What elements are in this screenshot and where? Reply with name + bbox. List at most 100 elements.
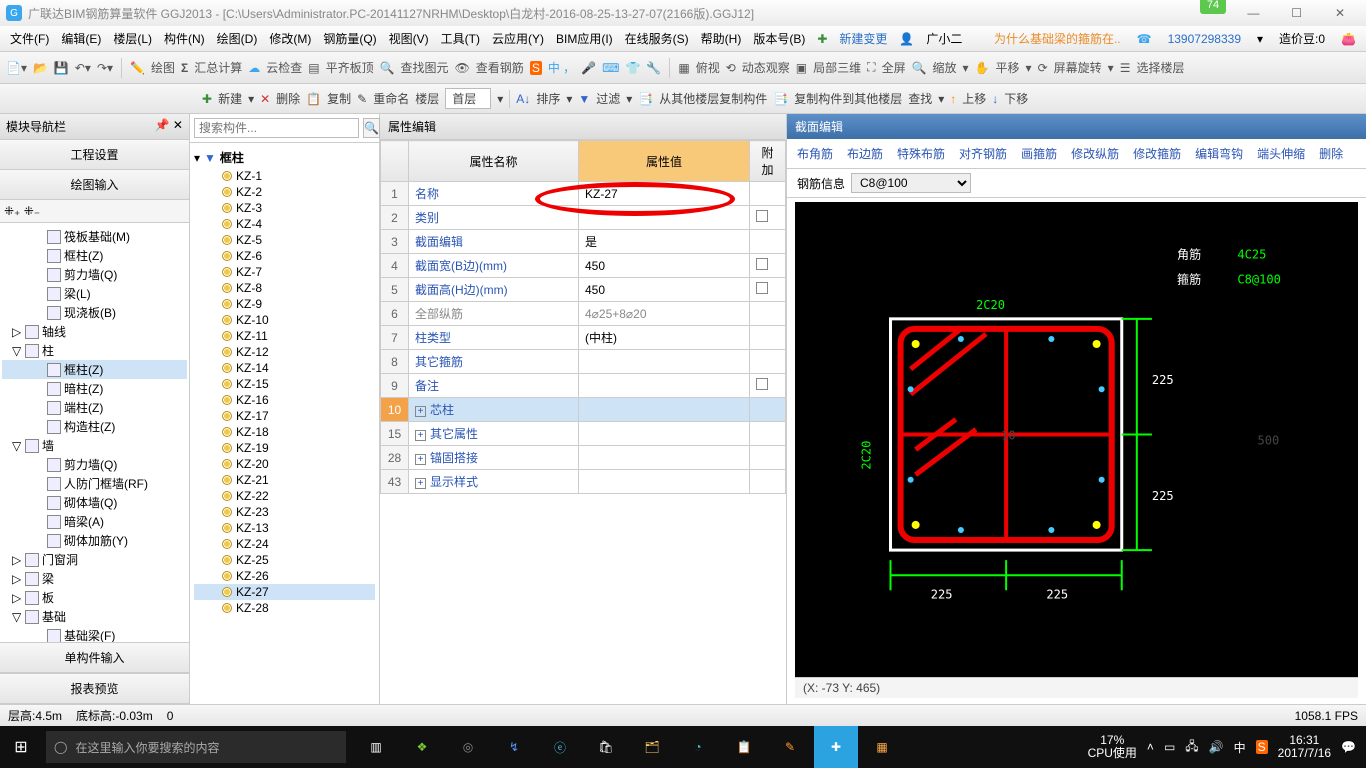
tip-link[interactable]: 为什么基础梁的箍筋在..	[990, 28, 1125, 49]
start-button[interactable]: ⊞	[0, 726, 42, 768]
new-component-button[interactable]: 新建	[218, 90, 242, 107]
prop-row[interactable]: 15+其它属性	[381, 422, 786, 446]
kz-root[interactable]: 框柱	[220, 149, 244, 166]
prop-row[interactable]: 1名称KZ-27	[381, 182, 786, 206]
nav-node[interactable]: 砌体加筋(Y)	[2, 531, 187, 550]
kz-item[interactable]: KZ-16	[194, 392, 375, 408]
kz-item[interactable]: KZ-15	[194, 376, 375, 392]
kz-item[interactable]: KZ-19	[194, 440, 375, 456]
keyboard-icon[interactable]: ⌨	[602, 61, 619, 75]
moveup-button[interactable]: 上移	[962, 90, 986, 107]
kz-item[interactable]: KZ-7	[194, 264, 375, 280]
rebar-info-select[interactable]: C8@100	[851, 173, 971, 193]
kz-item[interactable]: KZ-2	[194, 184, 375, 200]
section-tab[interactable]: 画箍筋	[1021, 145, 1057, 162]
kz-item[interactable]: KZ-18	[194, 424, 375, 440]
section-tab[interactable]: 对齐钢筋	[959, 145, 1007, 162]
section-canvas[interactable]: 225 225 225 225 2C20 2C20 角筋 4C25 箍筋 C8@…	[795, 202, 1358, 677]
kz-item[interactable]: KZ-8	[194, 280, 375, 296]
nav-tab-draw[interactable]: 绘图输入	[0, 170, 189, 200]
menu-edit[interactable]: 编辑(E)	[57, 28, 105, 49]
kz-item[interactable]: KZ-26	[194, 568, 375, 584]
sort-button[interactable]: 排序	[536, 90, 560, 107]
minimize-button[interactable]: —	[1233, 6, 1273, 20]
kz-item[interactable]: KZ-22	[194, 488, 375, 504]
search-go-button[interactable]: 🔍	[363, 118, 380, 138]
menu-bim[interactable]: BIM应用(I)	[552, 28, 617, 49]
orbit-button[interactable]: 动态观察	[742, 59, 790, 76]
select-floor-button[interactable]: 选择楼层	[1136, 59, 1184, 76]
menu-online[interactable]: 在线服务(S)	[621, 28, 693, 49]
kz-item[interactable]: KZ-28	[194, 600, 375, 616]
sum-button[interactable]: 汇总计算	[194, 59, 242, 76]
tray-net-icon[interactable]: 🖧	[1185, 737, 1198, 758]
filter-button[interactable]: 过滤	[596, 90, 620, 107]
new-icon[interactable]: 📄▾	[6, 61, 27, 75]
copyto-button[interactable]: 复制构件到其他楼层	[794, 90, 902, 107]
rotate-button[interactable]: 屏幕旋转	[1054, 59, 1102, 76]
kz-item[interactable]: KZ-9	[194, 296, 375, 312]
cpu-meter[interactable]: 17%CPU使用	[1088, 734, 1137, 760]
nav-node[interactable]: 暗柱(Z)	[2, 379, 187, 398]
menu-floor[interactable]: 楼层(L)	[109, 28, 156, 49]
delete-button[interactable]: 删除	[276, 90, 300, 107]
tray-vol-icon[interactable]: 🔊	[1209, 740, 1224, 754]
tb-app5[interactable]: 📋	[722, 726, 766, 768]
movedown-button[interactable]: 下移	[1004, 90, 1028, 107]
prop-row[interactable]: 8其它箍筋	[381, 350, 786, 374]
section-tab[interactable]: 布边筋	[847, 145, 883, 162]
tray-sogou-icon[interactable]: S	[1256, 740, 1268, 754]
nav-node[interactable]: 剪力墙(Q)	[2, 265, 187, 284]
tb-store[interactable]: 🛍	[584, 726, 628, 768]
fullscreen-button[interactable]: 全屏	[882, 59, 906, 76]
section-tab[interactable]: 布角筋	[797, 145, 833, 162]
phone-label[interactable]: 13907298339	[1164, 30, 1245, 48]
prop-row[interactable]: 7柱类型(中柱)	[381, 326, 786, 350]
draw-button[interactable]: 绘图	[151, 59, 175, 76]
menu-rebar[interactable]: 钢筋量(Q)	[319, 28, 380, 49]
kz-item[interactable]: KZ-12	[194, 344, 375, 360]
search-button[interactable]: 查找	[908, 90, 932, 107]
tray-gpu-icon[interactable]: ▭	[1164, 740, 1175, 754]
taskview-icon[interactable]: ▥	[354, 726, 398, 768]
prop-row[interactable]: 10+芯柱	[381, 398, 786, 422]
menu-file[interactable]: 文件(F)	[6, 28, 53, 49]
new-change-button[interactable]: 新建变更	[835, 28, 891, 49]
section-tab[interactable]: 端头伸缩	[1257, 145, 1305, 162]
tb-app3[interactable]: ↯	[492, 726, 536, 768]
nav-node[interactable]: ▷板	[2, 588, 187, 607]
taskbar-search[interactable]: ◯在这里输入你要搜索的内容	[46, 731, 346, 763]
nav-node[interactable]: 梁(L)	[2, 284, 187, 303]
tb-app7[interactable]: ✚	[814, 726, 858, 768]
nav-node[interactable]: 构造柱(Z)	[2, 417, 187, 436]
kz-item[interactable]: KZ-5	[194, 232, 375, 248]
nav-node[interactable]: ▽基础	[2, 607, 187, 626]
kz-item[interactable]: KZ-23	[194, 504, 375, 520]
prop-row[interactable]: 43+显示样式	[381, 470, 786, 494]
nav-node[interactable]: 剪力墙(Q)	[2, 455, 187, 474]
redo-icon[interactable]: ↷▾	[97, 61, 113, 75]
view-rebar-button[interactable]: 查看钢筋	[476, 59, 524, 76]
nav-node[interactable]: 人防门框墙(RF)	[2, 474, 187, 493]
nav-node[interactable]: 砌体墙(Q)	[2, 493, 187, 512]
kz-item[interactable]: KZ-1	[194, 168, 375, 184]
menu-draw[interactable]: 绘图(D)	[213, 28, 262, 49]
nav-tree[interactable]: 筏板基础(M)框柱(Z)剪力墙(Q)梁(L)现浇板(B)▷轴线▽柱框柱(Z)暗柱…	[0, 223, 189, 642]
mic-icon[interactable]: 🎤	[581, 61, 596, 75]
nav-node[interactable]: ▷门窗洞	[2, 550, 187, 569]
prop-row[interactable]: 6全部纵筋4⌀25+8⌀20	[381, 302, 786, 326]
tb-app8[interactable]: ▦	[860, 726, 904, 768]
nav-node[interactable]: 框柱(Z)	[2, 246, 187, 265]
nav-node[interactable]: ▽柱	[2, 341, 187, 360]
kz-item[interactable]: KZ-4	[194, 216, 375, 232]
kz-item[interactable]: KZ-20	[194, 456, 375, 472]
undo-icon[interactable]: ↶▾	[75, 61, 91, 75]
tray-ime-icon[interactable]: 中	[1234, 739, 1246, 756]
property-table[interactable]: 属性名称 属性值 附加 1名称KZ-272类别3截面编辑是4截面宽(B边)(mm…	[380, 140, 786, 494]
save-icon[interactable]: 💾	[54, 61, 69, 75]
kz-item[interactable]: KZ-24	[194, 536, 375, 552]
nav-node[interactable]: ▷梁	[2, 569, 187, 588]
tb-app1[interactable]: ❖	[400, 726, 444, 768]
nav-node[interactable]: 筏板基础(M)	[2, 227, 187, 246]
menu-modify[interactable]: 修改(M)	[265, 28, 315, 49]
